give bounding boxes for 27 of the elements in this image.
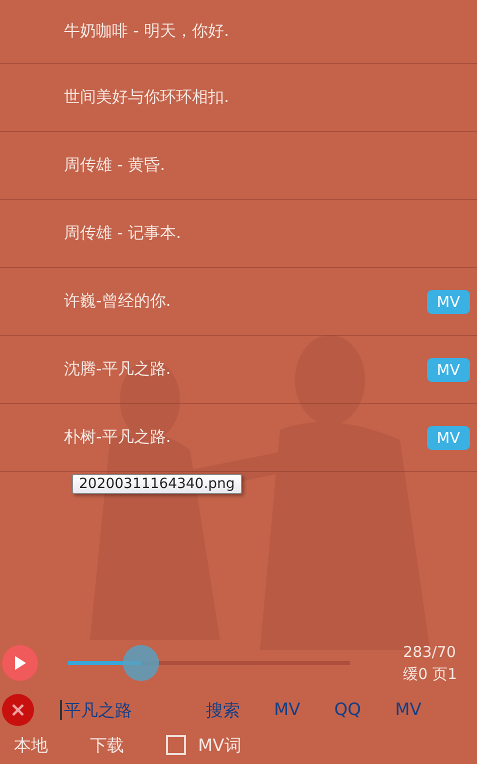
mv-button[interactable]: MV [426,290,470,314]
tooltip: 20200311164340.png [72,474,242,494]
search-option-button[interactable]: 搜索 [206,698,240,722]
song-title[interactable]: 世间美好与你环环相扣. [64,87,470,108]
play-button[interactable] [2,645,38,681]
mv-lyrics-checkbox[interactable] [166,735,186,755]
song-title[interactable]: 周传雄 - 黄昏. [64,155,470,176]
song-title[interactable]: 周传雄 - 记事本. [64,223,470,244]
song-title[interactable]: 牛奶咖啡 - 明天，你好. [64,21,470,42]
play-icon [13,655,27,671]
song-title[interactable]: 许巍-曾经的你. [64,291,427,312]
search-option-button[interactable]: MV [274,698,300,722]
song-title[interactable]: 沈腾-平凡之路. [64,359,427,380]
mv-button[interactable]: MV [426,358,470,382]
checkbox-label: MV词 [198,734,242,756]
mv-button[interactable]: MV [426,426,470,450]
search-field[interactable]: 平凡之路 [60,700,186,720]
search-option-button[interactable]: MV [395,698,422,722]
close-icon [12,704,24,716]
song-title[interactable]: 朴树-平凡之路. [64,427,427,448]
tab[interactable]: 下载 [90,734,124,756]
clear-button[interactable] [2,694,34,726]
count-label: 283/70 [403,642,457,663]
tab[interactable]: 本地 [14,734,48,756]
status-label: 缓0 页1 [403,664,457,685]
search-option-button[interactable]: QQ [334,698,362,722]
slider-thumb[interactable] [123,645,160,681]
